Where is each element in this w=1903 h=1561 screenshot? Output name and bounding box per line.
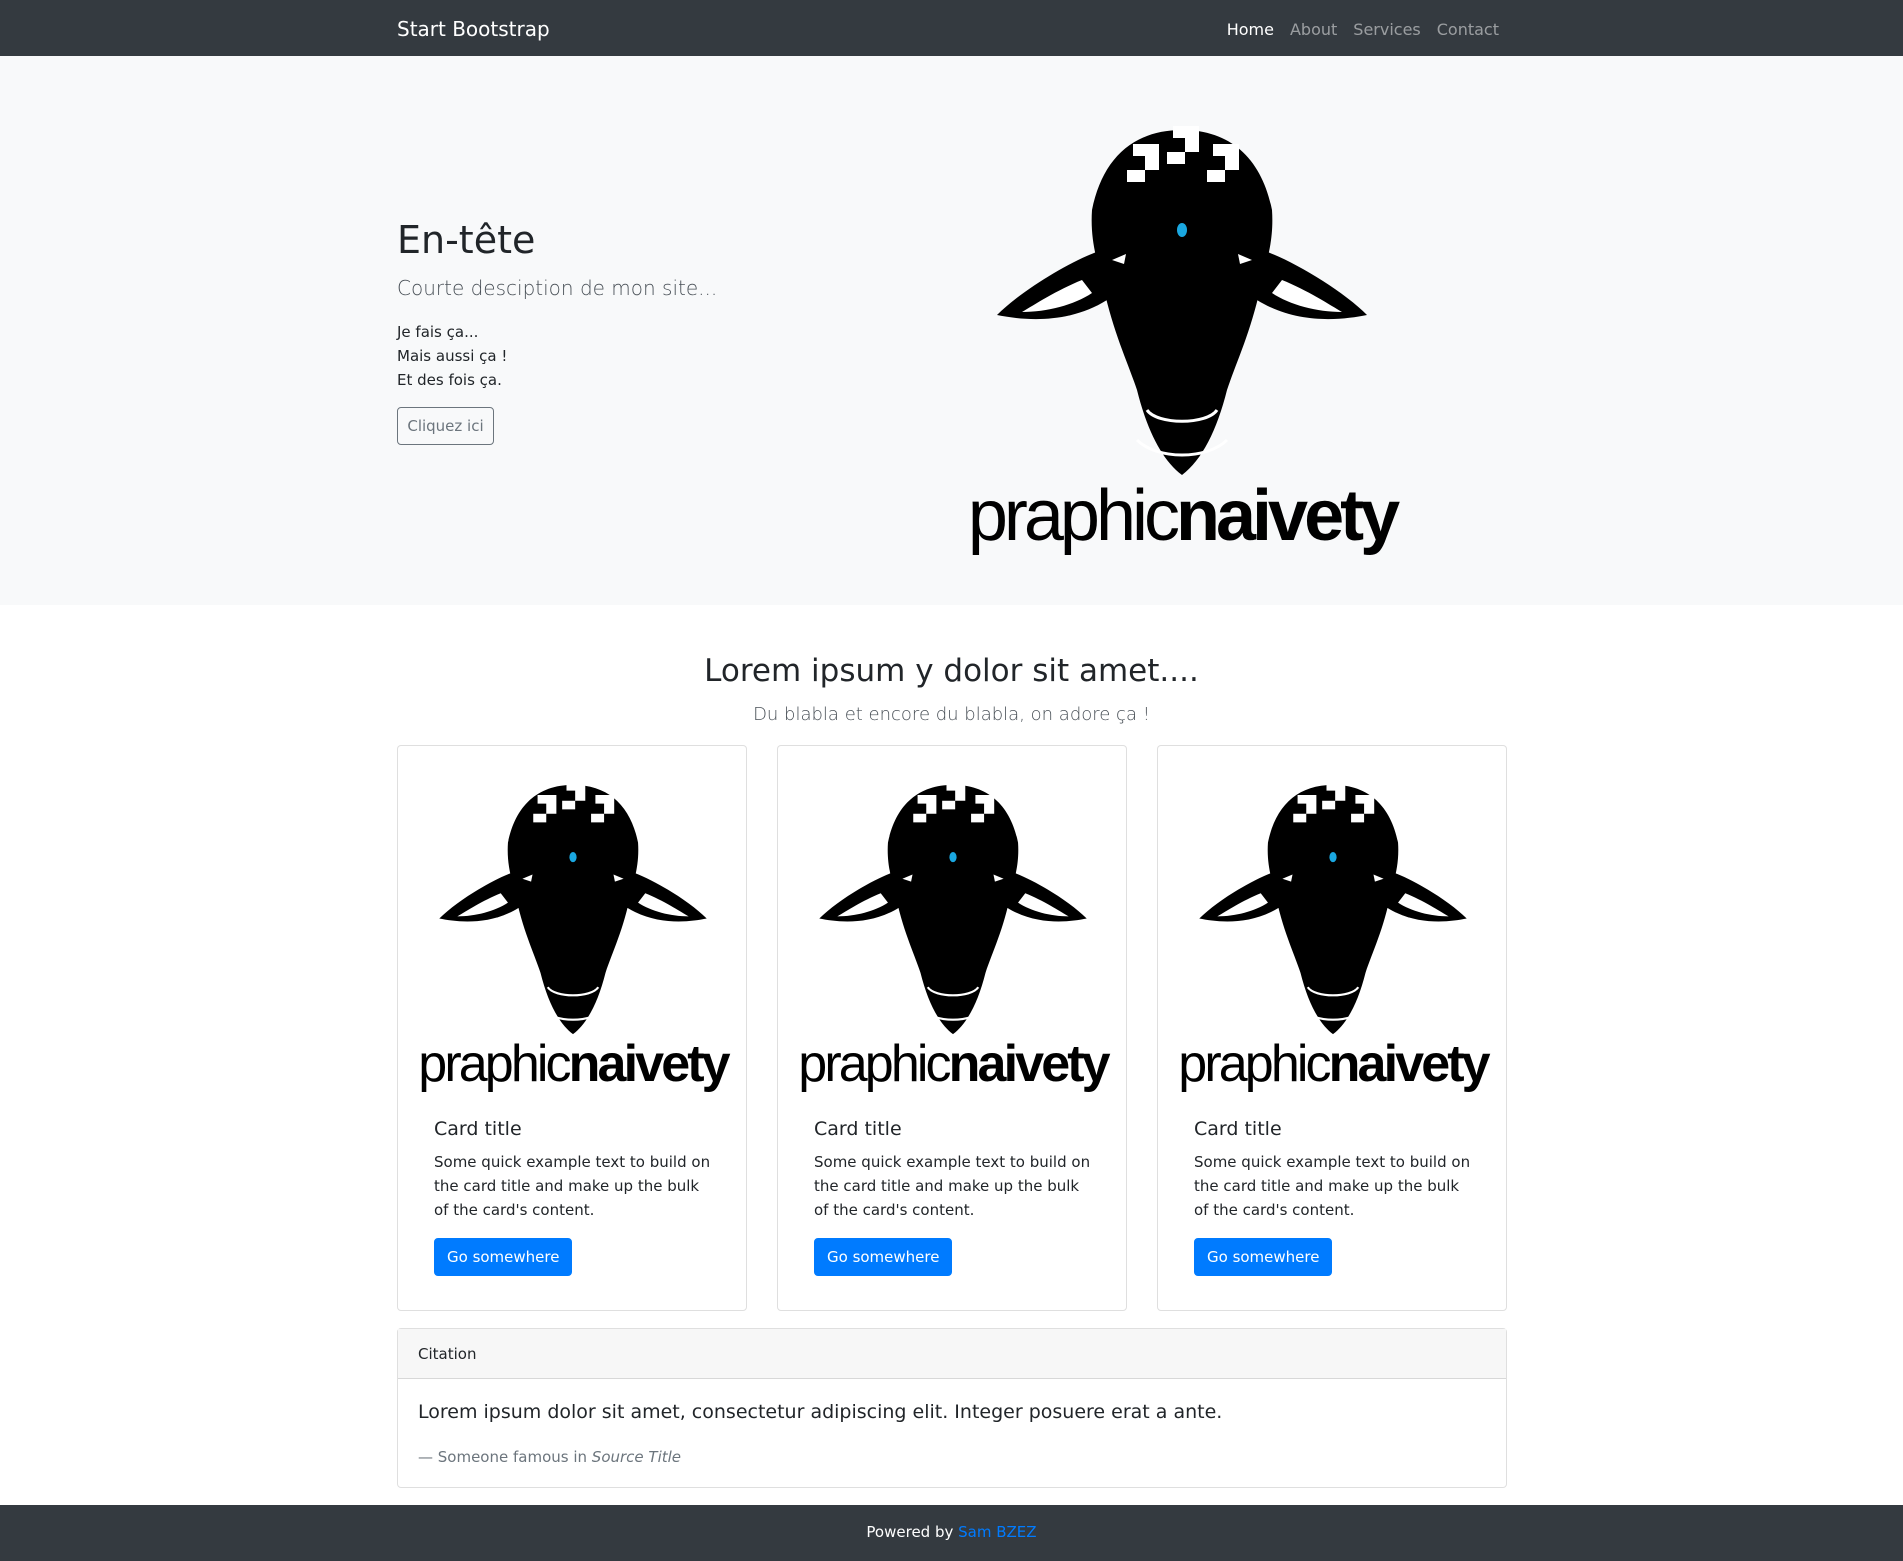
hero-line: Et des fois ça. xyxy=(397,371,502,389)
card-logo-text-light: praphic xyxy=(418,1035,570,1093)
hero-line: Je fais ça... xyxy=(397,323,479,341)
card-logo-text-light: praphic xyxy=(798,1035,950,1093)
card-logo-text-bold: naivety xyxy=(569,1035,731,1093)
svg-text:praphicnaivety: praphicnaivety xyxy=(1178,1035,1490,1093)
card-deck: praphicnaivety Card title Some quick exa… xyxy=(397,745,1507,1311)
nav-item-contact[interactable]: Contact xyxy=(1437,20,1499,39)
citation-attribution: — Someone famous in Source Title xyxy=(418,1448,681,1466)
go-somewhere-button[interactable]: Go somewhere xyxy=(814,1238,953,1276)
sheep-logo-icon: praphicnaivety xyxy=(968,126,1402,556)
card-title: Card title xyxy=(814,1118,902,1140)
card-text: Some quick example text to build on the … xyxy=(1194,1153,1471,1219)
hero-lead: Courte desciption de mon site... xyxy=(397,276,718,300)
card-body: Card title Some quick example text to bu… xyxy=(814,1118,1096,1276)
card-title: Card title xyxy=(434,1118,522,1140)
card-logo-text-bold: naivety xyxy=(949,1035,1111,1093)
sheep-logo-icon: praphicnaivety xyxy=(798,781,1112,1093)
cliquez-ici-button[interactable]: Cliquez ici xyxy=(397,407,494,445)
nav-menu: Home About Services Contact xyxy=(1227,20,1499,39)
hero: En-tête Courte desciption de mon site...… xyxy=(0,56,1903,605)
nav-item-about[interactable]: About xyxy=(1290,20,1337,39)
nav-item-home[interactable]: Home xyxy=(1227,20,1274,39)
citation-card: Citation Lorem ipsum dolor sit amet, con… xyxy=(397,1328,1507,1488)
card-logo-text-light: praphic xyxy=(1178,1035,1330,1093)
card-text: Some quick example text to build on the … xyxy=(434,1153,711,1219)
svg-text:praphicnaivety: praphicnaivety xyxy=(418,1035,730,1093)
card-title: Card title xyxy=(1194,1118,1282,1140)
sheep-logo-icon: praphicnaivety xyxy=(1178,781,1492,1093)
card-body: Card title Some quick example text to bu… xyxy=(1194,1118,1476,1276)
hero-lines: Je fais ça... Mais aussi ça ! Et des foi… xyxy=(397,320,507,392)
footer-author-link[interactable]: Sam BZEZ xyxy=(958,1523,1036,1541)
card-logo-text-bold: naivety xyxy=(1329,1035,1491,1093)
card: praphicnaivety Card title Some quick exa… xyxy=(777,745,1127,1311)
hero-title: En-tête xyxy=(397,218,536,262)
card: praphicnaivety Card title Some quick exa… xyxy=(397,745,747,1311)
section-subtitle: Du blabla et encore du blabla, on adore … xyxy=(753,704,1150,725)
svg-text:praphicnaivety: praphicnaivety xyxy=(798,1035,1110,1093)
card-body: Card title Some quick example text to bu… xyxy=(434,1118,716,1276)
navbar-brand[interactable]: Start Bootstrap xyxy=(397,17,550,41)
go-somewhere-button[interactable]: Go somewhere xyxy=(434,1238,573,1276)
navbar: Start Bootstrap Home About Services Cont… xyxy=(0,0,1903,56)
citation-source: Source Title xyxy=(591,1448,682,1466)
sheep-logo-icon: praphicnaivety xyxy=(418,781,732,1093)
section-title: Lorem ipsum y dolor sit amet.... xyxy=(704,653,1199,689)
hero-logo-text-light: praphic xyxy=(968,476,1179,556)
card-text: Some quick example text to build on the … xyxy=(814,1153,1091,1219)
go-somewhere-button[interactable]: Go somewhere xyxy=(1194,1238,1333,1276)
hero-logo-text-bold: naivety xyxy=(1176,476,1400,556)
footer: Powered by Sam BZEZ xyxy=(0,1505,1903,1561)
card: praphicnaivety Card title Some quick exa… xyxy=(1157,745,1507,1311)
footer-prefix: Powered by xyxy=(866,1523,959,1541)
citation-header: Citation xyxy=(398,1329,1506,1379)
citation-attribution-prefix: — Someone famous in xyxy=(418,1448,592,1466)
hero-line: Mais aussi ça ! xyxy=(397,347,508,365)
svg-text:praphicnaivety: praphicnaivety xyxy=(968,476,1400,556)
citation-quote: Lorem ipsum dolor sit amet, consectetur … xyxy=(418,1401,1223,1423)
nav-item-services[interactable]: Services xyxy=(1353,20,1420,39)
